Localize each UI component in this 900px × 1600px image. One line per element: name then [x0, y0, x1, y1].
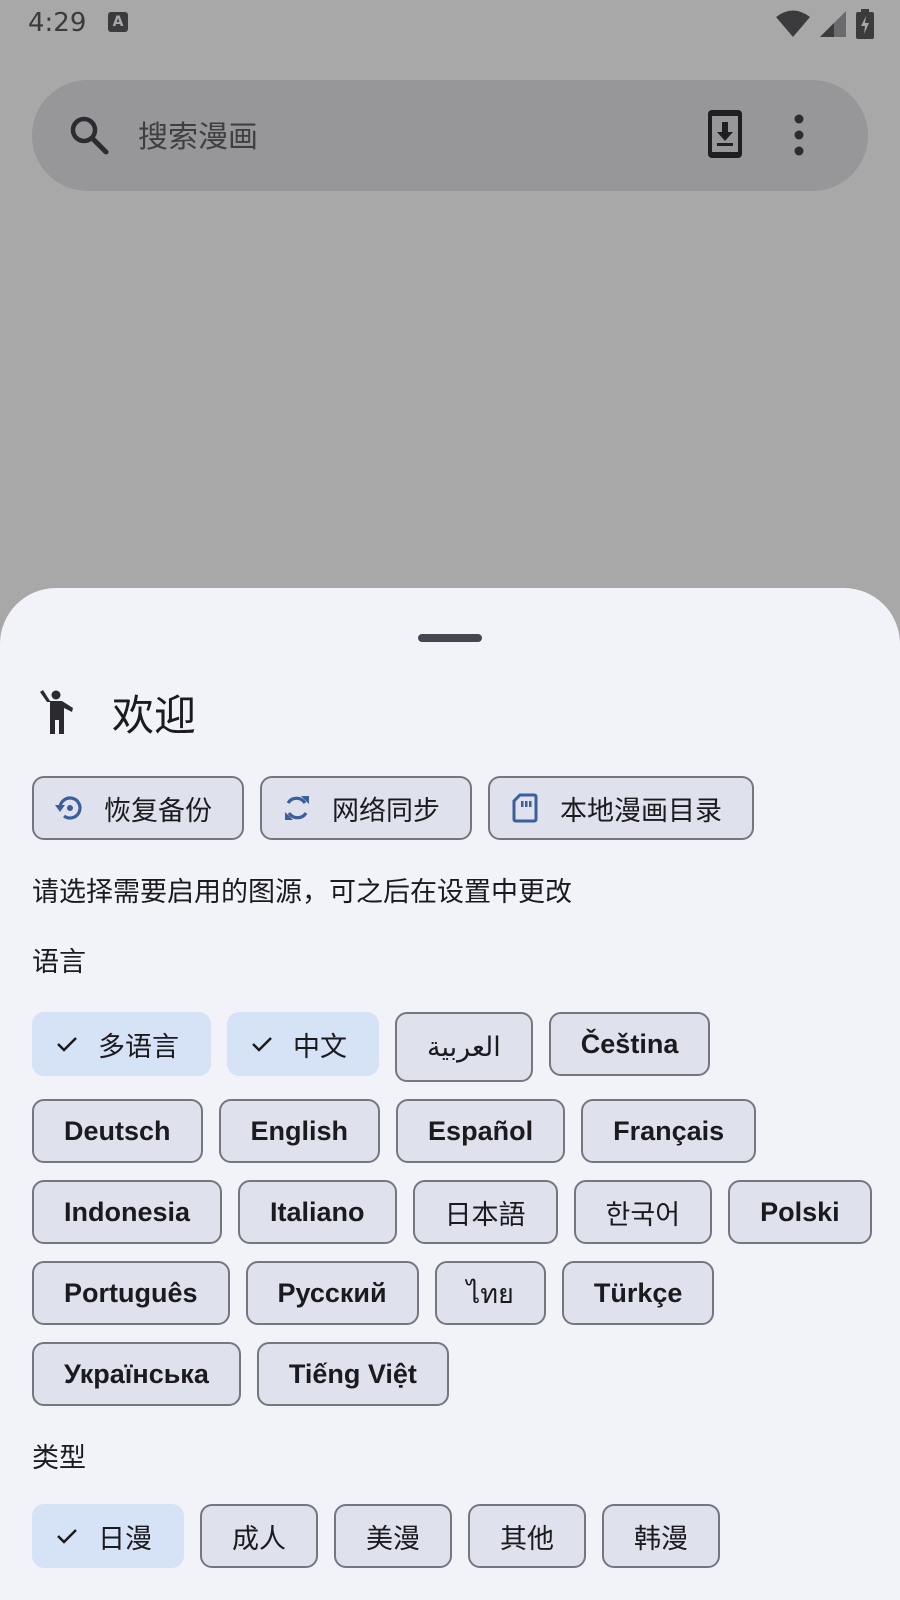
chip-label: 多语言 [98, 1031, 179, 1062]
wifi-icon [776, 10, 810, 37]
language-chip[interactable]: Português [32, 1261, 230, 1325]
language-chip[interactable]: 多语言 [32, 1012, 211, 1076]
chip-label: 成人 [232, 1523, 286, 1554]
language-chip[interactable]: Türkçe [561, 1261, 715, 1325]
sync-icon [285, 796, 309, 820]
restore-backup-button[interactable]: 恢复备份 [32, 776, 244, 840]
chip-label: Italiano [270, 1196, 365, 1227]
language-chip[interactable]: Indonesia [32, 1180, 223, 1244]
download-icon[interactable] [708, 110, 742, 158]
chip-label: 日漫 [98, 1523, 152, 1554]
chip-label: Português [64, 1277, 198, 1308]
chip-label: 中文 [293, 1031, 347, 1062]
status-icons [776, 8, 874, 40]
language-chip[interactable]: Français [581, 1099, 757, 1163]
search-input[interactable]: 搜索漫画 [138, 112, 258, 156]
chip-label: 日本語 [444, 1199, 526, 1230]
language-chip[interactable]: Русский [245, 1261, 419, 1325]
cellular-icon [820, 11, 846, 37]
action-row: 恢复备份 网络同步 本地漫画目录 [32, 776, 754, 840]
chip-label: 韩漫 [634, 1523, 688, 1554]
type-chip[interactable]: 日漫 [32, 1504, 184, 1568]
language-section-label: 语言 [32, 947, 86, 978]
language-chip[interactable]: Deutsch [32, 1099, 203, 1163]
more-vert-icon[interactable] [790, 114, 808, 156]
chip-label: English [250, 1115, 349, 1146]
network-sync-button[interactable]: 网络同步 [260, 776, 472, 840]
type-chip[interactable]: 美漫 [334, 1504, 452, 1568]
chip-label: Türkçe [593, 1277, 683, 1308]
chip-label: Deutsch [64, 1115, 171, 1146]
local-manga-dir-label: 本地漫画目录 [560, 795, 722, 827]
language-chip[interactable]: 日本語 [412, 1180, 558, 1244]
language-chip[interactable]: ไทย [434, 1261, 546, 1325]
chip-label: Čeština [580, 1028, 679, 1059]
chip-label: 其他 [500, 1523, 554, 1554]
type-section-label: 类型 [32, 1443, 86, 1474]
language-chip[interactable]: Italiano [238, 1180, 397, 1244]
chip-label: Русский [277, 1277, 387, 1308]
language-chip[interactable]: Polski [728, 1180, 872, 1244]
chip-label: 美漫 [366, 1523, 420, 1554]
sheet-title: 欢迎 [112, 690, 197, 740]
chip-label: ไทย [466, 1278, 514, 1309]
restore-icon [55, 796, 82, 820]
status-bar: 4:29 A [0, 0, 900, 48]
type-chip[interactable]: 其他 [468, 1504, 586, 1568]
chip-label: Français [613, 1115, 725, 1146]
sheet-header: 欢迎 [38, 686, 196, 740]
language-chip[interactable]: Tiếng Việt [256, 1342, 449, 1406]
chip-label: العربية [427, 1031, 501, 1062]
check-icon [57, 1529, 77, 1544]
welcome-bottom-sheet: 欢迎 恢复备份 网络同步 本地漫画目录 请选择需要启用的图源，可之后在设置中更改… [0, 588, 900, 1600]
type-chip[interactable]: 成人 [200, 1504, 318, 1568]
restore-backup-label: 恢复备份 [104, 795, 212, 827]
sd-card-icon [512, 793, 538, 823]
chip-label: 한국어 [605, 1199, 681, 1230]
network-sync-label: 网络同步 [332, 795, 440, 827]
check-icon [252, 1037, 272, 1052]
battery-icon [856, 9, 874, 39]
language-chip[interactable]: Español [396, 1099, 566, 1163]
chip-label: Indonesia [64, 1196, 191, 1227]
waving-person-icon [40, 690, 73, 734]
chip-label: Українська [64, 1358, 209, 1389]
language-chip[interactable]: العربية [395, 1012, 533, 1082]
type-chips: 日漫 成人 美漫 其他 韩漫 [32, 1504, 882, 1568]
chip-label: Polski [760, 1196, 840, 1227]
type-chip[interactable]: 韩漫 [602, 1504, 720, 1568]
language-chips: 多语言 中文 العربية Čeština Deutsch English E… [32, 1012, 882, 1406]
drag-handle[interactable] [418, 634, 482, 642]
local-manga-dir-button[interactable]: 本地漫画目录 [488, 776, 754, 840]
language-chip[interactable]: Українська [32, 1342, 241, 1406]
chip-label: Español [428, 1115, 534, 1146]
language-chip[interactable]: Čeština [548, 1012, 711, 1076]
search-icon[interactable] [68, 114, 110, 156]
notification-a-icon: A [108, 12, 128, 32]
check-icon [57, 1037, 77, 1052]
chip-label: Tiếng Việt [288, 1358, 417, 1389]
language-chip[interactable]: 中文 [227, 1012, 379, 1076]
language-chip[interactable]: 한국어 [573, 1180, 713, 1244]
status-time: 4:29 [28, 8, 87, 38]
hint-text: 请选择需要启用的图源，可之后在设置中更改 [32, 877, 572, 908]
language-chip[interactable]: English [218, 1099, 381, 1163]
search-bar[interactable]: 搜索漫画 [32, 80, 868, 191]
